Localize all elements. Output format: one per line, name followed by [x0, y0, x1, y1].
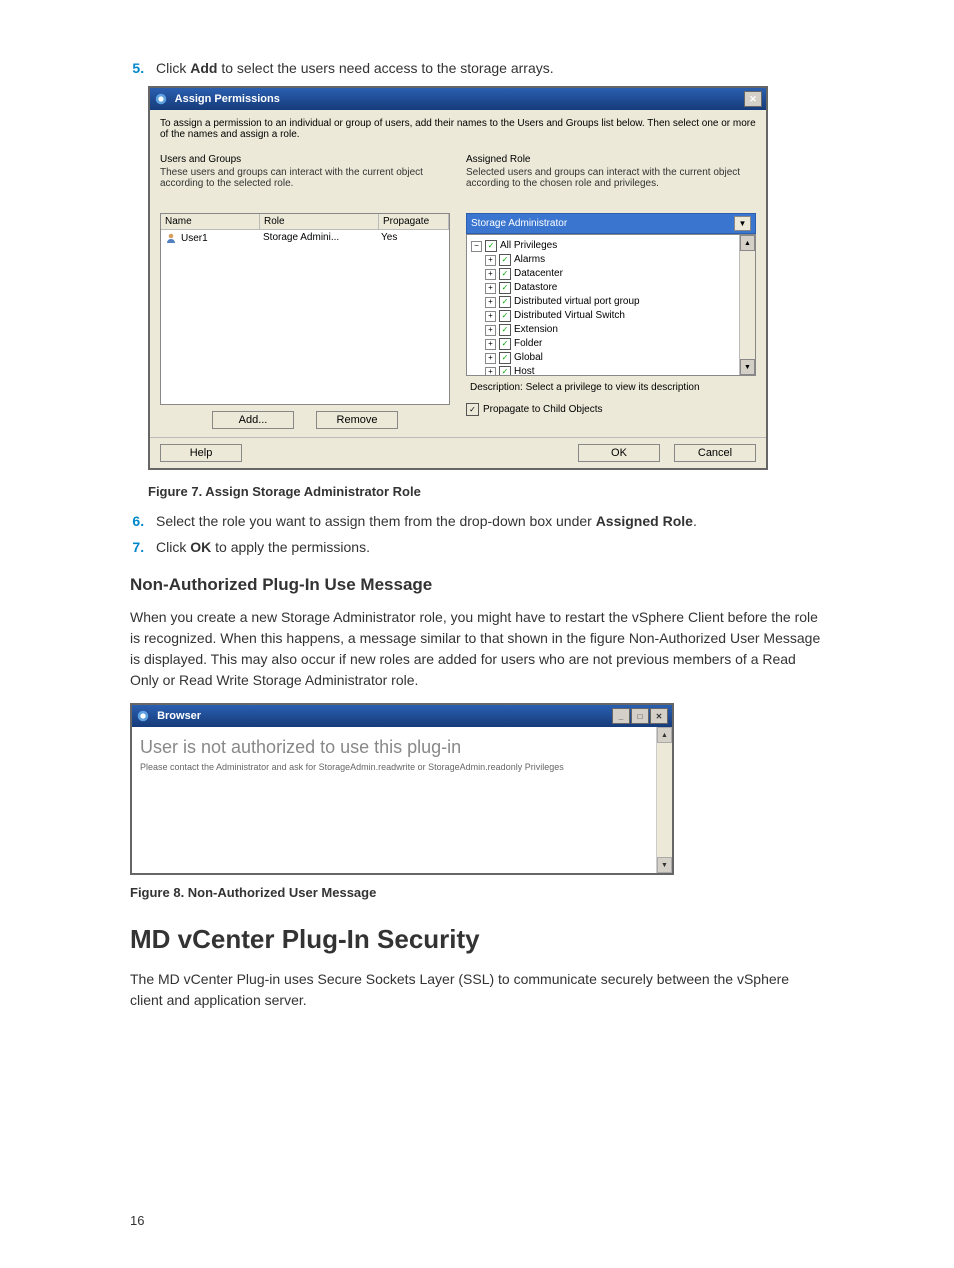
checkbox[interactable]: ✓ [499, 296, 511, 308]
add-button[interactable]: Add... [212, 411, 294, 429]
remove-button[interactable]: Remove [316, 411, 398, 429]
expand-icon[interactable]: + [485, 339, 496, 350]
figure-8-caption: Figure 8. Non-Authorized User Message [130, 885, 824, 900]
tree-node[interactable]: Host [514, 365, 535, 376]
checkbox[interactable]: ✓ [499, 268, 511, 280]
checkbox[interactable]: ✓ [499, 352, 511, 364]
privilege-description: Description: Select a privilege to view … [466, 382, 756, 393]
scrollbar[interactable]: ▲ ▼ [656, 727, 672, 873]
col-propagate[interactable]: Propagate [379, 214, 449, 229]
step-5: Click Add to select the users need acces… [148, 60, 824, 76]
not-authorized-sub: Please contact the Administrator and ask… [140, 762, 664, 772]
maximize-icon[interactable]: □ [631, 708, 649, 724]
row-propagate: Yes [377, 230, 449, 246]
step-5-text: Click [156, 60, 190, 76]
dialog-intro: To assign a permission to an individual … [160, 118, 756, 140]
step-7-post: to apply the permissions. [211, 539, 370, 555]
checkbox[interactable]: ✓ [499, 310, 511, 322]
row-name: User1 [181, 233, 208, 244]
browser-dialog: Browser _ □ ✕ User is not authorized to … [130, 703, 674, 875]
step-6-text: Select the role you want to assign them … [156, 513, 596, 529]
tree-node[interactable]: Datacenter [514, 267, 563, 281]
checkbox[interactable]: ✓ [499, 338, 511, 350]
expand-icon[interactable]: + [485, 325, 496, 336]
ok-button[interactable]: OK [578, 444, 660, 462]
expand-icon[interactable]: + [485, 297, 496, 308]
tree-node[interactable]: Alarms [514, 253, 545, 267]
table-row[interactable]: User1 Storage Admini... Yes [161, 230, 449, 246]
row-role: Storage Admini... [259, 230, 377, 246]
expand-icon[interactable]: + [485, 269, 496, 280]
privileges-tree[interactable]: −✓All Privileges +✓Alarms +✓Datacenter +… [466, 234, 756, 376]
step-5-bold: Add [190, 60, 217, 76]
users-groups-label: Users and Groups [160, 154, 450, 165]
expand-icon[interactable]: + [485, 283, 496, 294]
close-icon[interactable]: ✕ [650, 708, 668, 724]
step-7: Click OK to apply the permissions. [148, 539, 824, 555]
close-icon[interactable]: ✕ [744, 91, 762, 107]
step-5-post: to select the users need access to the s… [217, 60, 553, 76]
page-number: 16 [130, 1213, 144, 1228]
expand-icon[interactable]: + [485, 367, 496, 377]
tree-node[interactable]: Distributed Virtual Switch [514, 309, 625, 323]
users-groups-desc: These users and groups can interact with… [160, 167, 450, 189]
assign-permissions-dialog: Assign Permissions ✕ To assign a permiss… [148, 86, 768, 470]
checkbox[interactable]: ✓ [499, 254, 511, 266]
tree-node[interactable]: Global [514, 351, 543, 365]
app-icon [154, 92, 168, 106]
section-body: When you create a new Storage Administra… [130, 607, 824, 691]
minimize-icon[interactable]: _ [612, 708, 630, 724]
checkbox[interactable]: ✓ [499, 366, 511, 376]
browser-dialog-title: Browser [157, 710, 201, 722]
step-7-text: Click [156, 539, 190, 555]
assigned-role-label: Assigned Role [466, 154, 756, 165]
checkbox[interactable]: ✓ [485, 240, 497, 252]
step-7-bold: OK [190, 539, 211, 555]
expand-icon[interactable]: + [485, 353, 496, 364]
collapse-icon[interactable]: − [471, 241, 482, 252]
scroll-up-icon[interactable]: ▲ [740, 235, 755, 251]
role-dropdown[interactable]: Storage Administrator ▼ [466, 213, 756, 234]
users-groups-list[interactable]: Name Role Propagate User1 Storage [160, 213, 450, 405]
scroll-up-icon[interactable]: ▲ [657, 727, 672, 743]
section-heading: Non-Authorized Plug-In Use Message [130, 575, 824, 595]
figure-7-caption: Figure 7. Assign Storage Administrator R… [148, 484, 824, 499]
step-6-bold: Assigned Role [596, 513, 693, 529]
propagate-label: Propagate to Child Objects [483, 404, 603, 415]
help-button[interactable]: Help [160, 444, 242, 462]
user-icon [165, 232, 177, 244]
step-6-post: . [693, 513, 697, 529]
tree-node[interactable]: Folder [514, 337, 542, 351]
expand-icon[interactable]: + [485, 255, 496, 266]
scrollbar[interactable]: ▲ ▼ [739, 235, 755, 375]
dialog-title: Assign Permissions [175, 93, 280, 105]
col-role[interactable]: Role [260, 214, 379, 229]
not-authorized-heading: User is not authorized to use this plug-… [140, 737, 664, 758]
scroll-down-icon[interactable]: ▼ [657, 857, 672, 873]
role-dropdown-value: Storage Administrator [471, 218, 567, 229]
assigned-role-desc: Selected users and groups can interact w… [466, 167, 756, 189]
dialog-titlebar[interactable]: Assign Permissions ✕ [150, 88, 766, 110]
checkbox[interactable]: ✓ [499, 324, 511, 336]
expand-icon[interactable]: + [485, 311, 496, 322]
chapter-body: The MD vCenter Plug-in uses Secure Socke… [130, 969, 824, 1011]
col-name[interactable]: Name [161, 214, 260, 229]
step-6: Select the role you want to assign them … [148, 513, 824, 529]
chapter-heading: MD vCenter Plug-In Security [130, 924, 824, 955]
app-icon [136, 709, 150, 723]
checkbox[interactable]: ✓ [499, 282, 511, 294]
tree-node[interactable]: All Privileges [500, 239, 557, 253]
chevron-down-icon[interactable]: ▼ [734, 216, 751, 231]
tree-node[interactable]: Extension [514, 323, 558, 337]
cancel-button[interactable]: Cancel [674, 444, 756, 462]
tree-node[interactable]: Distributed virtual port group [514, 295, 640, 309]
propagate-checkbox[interactable]: ✓ [466, 403, 479, 416]
scroll-down-icon[interactable]: ▼ [740, 359, 755, 375]
tree-node[interactable]: Datastore [514, 281, 557, 295]
